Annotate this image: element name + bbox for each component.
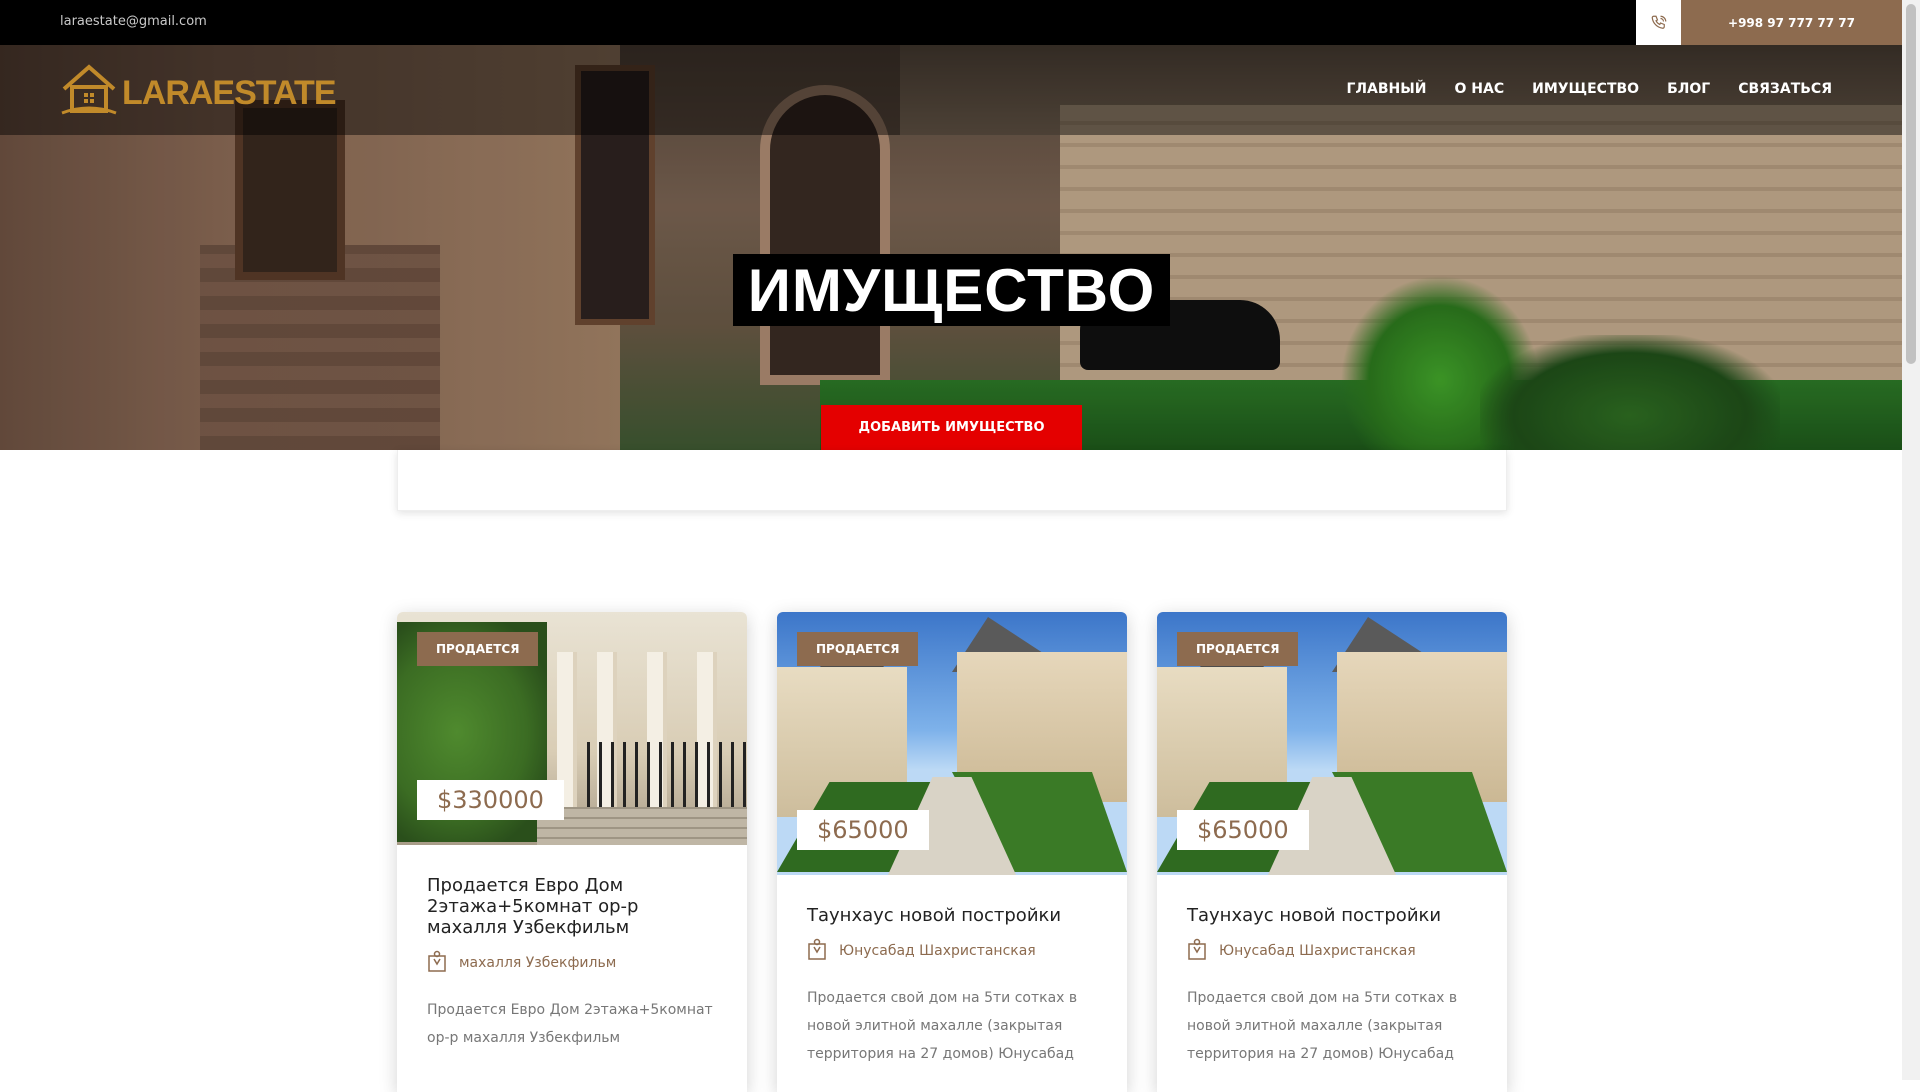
- location-label: махалля Узбекфильм: [459, 955, 617, 971]
- property-image[interactable]: ПРОДАЕТСЯ $330000: [397, 612, 747, 845]
- status-badge: ПРОДАЕТСЯ: [1177, 632, 1299, 666]
- status-badge: ПРОДАЕТСЯ: [797, 632, 919, 666]
- contact-phone-label: +998 97 777 77 77: [1728, 15, 1855, 30]
- page-scrollbar[interactable]: [1902, 0, 1920, 1080]
- property-description: Продается свой дом на 5ти сотках в новой…: [807, 990, 1078, 1062]
- add-property-button[interactable]: ДОБАВИТЬ ИМУЩЕСТВО: [821, 405, 1082, 450]
- phone-icon: [1636, 0, 1681, 45]
- property-card[interactable]: ПРОДАЕТСЯ $65000 Таунхаус новой постройк…: [777, 612, 1127, 1092]
- property-location: Юнусабад Шахристанская: [807, 938, 1097, 964]
- nav-item-properties[interactable]: ИМУЩЕСТВО: [1532, 81, 1639, 97]
- map-pin-icon: [427, 950, 447, 976]
- location-label: Юнусабад Шахристанская: [1219, 943, 1416, 959]
- property-title[interactable]: Таунхаус новой постройки: [1187, 905, 1477, 926]
- scrollbar-thumb[interactable]: [1906, 4, 1916, 364]
- search-panel: [397, 450, 1507, 511]
- house-logo-icon: [60, 63, 118, 123]
- status-badge: ПРОДАЕТСЯ: [417, 632, 539, 666]
- nav-item-home[interactable]: ГЛАВНЫЙ: [1347, 81, 1427, 97]
- logo-text: LARAESTATE: [122, 73, 337, 112]
- nav-item-about[interactable]: О НАС: [1455, 81, 1505, 97]
- property-image[interactable]: ПРОДАЕТСЯ $65000: [1157, 612, 1507, 875]
- property-description: Продается Евро Дом 2этажа+5комнат ор-р м…: [427, 1002, 713, 1046]
- main-navbar: LARAESTATE ГЛАВНЫЙ О НАС ИМУЩЕСТВО БЛОГ …: [0, 45, 1902, 135]
- price-tag: $65000: [1177, 810, 1309, 850]
- property-title[interactable]: Таунхаус новой постройки: [807, 905, 1097, 926]
- map-pin-icon: [807, 938, 827, 964]
- price-tag: $65000: [797, 810, 929, 850]
- main-nav: ГЛАВНЫЙ О НАС ИМУЩЕСТВО БЛОГ СВЯЗАТЬСЯ: [1347, 81, 1833, 97]
- contact-phone[interactable]: +998 97 777 77 77: [1681, 0, 1902, 45]
- top-bar: laraestate@gmail.com +998 97 777 77 77: [0, 0, 1902, 45]
- property-image[interactable]: ПРОДАЕТСЯ $65000: [777, 612, 1127, 875]
- property-description: Продается свой дом на 5ти сотках в новой…: [1187, 990, 1458, 1062]
- map-pin-icon: [1187, 938, 1207, 964]
- page-title: ИМУЩЕСТВО: [733, 254, 1170, 326]
- contact-email[interactable]: laraestate@gmail.com: [60, 14, 207, 29]
- property-card[interactable]: ПРОДАЕТСЯ $330000 Продается Евро Дом 2эт…: [397, 612, 747, 1092]
- property-title[interactable]: Продается Евро Дом 2этажа+5комнат ор-р м…: [427, 875, 717, 938]
- nav-item-contact[interactable]: СВЯЗАТЬСЯ: [1738, 81, 1832, 97]
- property-location: Юнусабад Шахристанская: [1187, 938, 1477, 964]
- property-location: махалля Узбекфильм: [427, 950, 717, 976]
- nav-item-blog[interactable]: БЛОГ: [1667, 81, 1710, 97]
- price-tag: $330000: [417, 780, 564, 820]
- property-card[interactable]: ПРОДАЕТСЯ $65000 Таунхаус новой постройк…: [1157, 612, 1507, 1092]
- location-label: Юнусабад Шахристанская: [839, 943, 1036, 959]
- site-logo[interactable]: LARAESTATE: [60, 63, 337, 123]
